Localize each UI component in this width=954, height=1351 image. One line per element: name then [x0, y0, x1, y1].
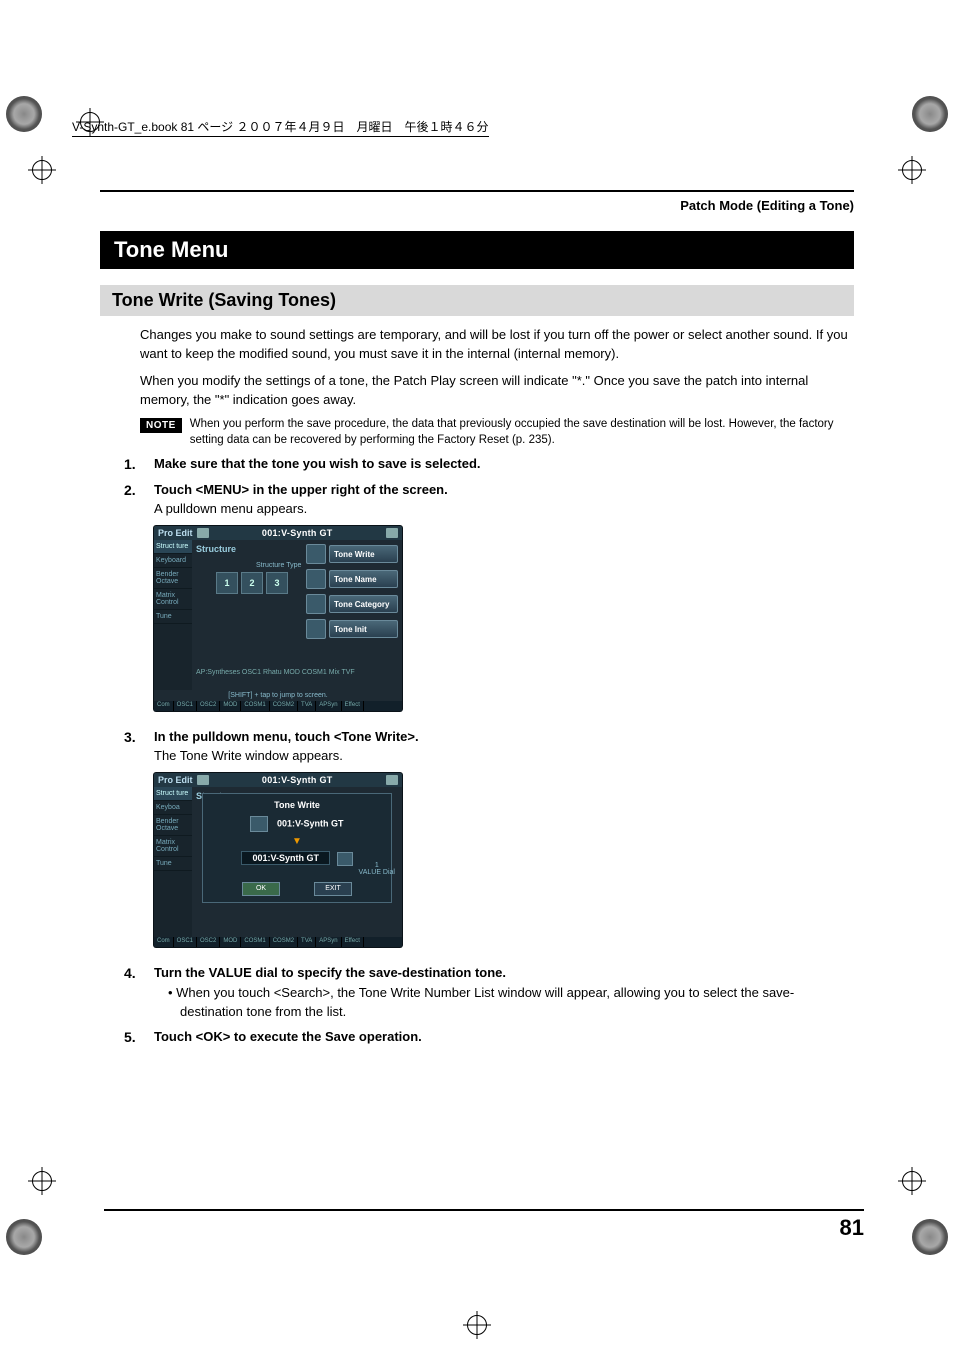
search-icon[interactable]: [337, 852, 353, 866]
intro-paragraph-1: Changes you make to sound settings are t…: [140, 326, 854, 364]
structure-box-2[interactable]: 2: [241, 572, 263, 594]
registration-mark-icon: [902, 160, 922, 180]
exit-button[interactable]: EXIT: [314, 882, 352, 896]
menu-icon[interactable]: [386, 775, 398, 785]
registration-mark-icon: [467, 1315, 487, 1335]
source-tone-name: 001:V-Synth GT: [277, 819, 344, 829]
save-disk-icon: [250, 816, 268, 832]
page-section-heading: Patch Mode (Editing a Tone): [100, 198, 854, 213]
sidebar-item-keyboard[interactable]: Keyboa: [154, 801, 192, 815]
registration-mark-icon: [32, 1171, 52, 1191]
page-top-rule: [100, 190, 854, 192]
value-dial-hint: 1 VALUE Dial: [359, 862, 395, 876]
step-2-number: 2.: [124, 482, 142, 498]
step-1-title: Make sure that the tone you wish to save…: [154, 456, 481, 471]
sidebar-item-structure[interactable]: Struct ture: [154, 787, 192, 801]
arrow-down-icon: ▼: [292, 836, 302, 847]
structure-type-caption: Structure Type: [256, 562, 301, 569]
book-filename: V-Synth-GT_e.book 81 ページ ２００７年４月９日 月曜日 午…: [72, 120, 489, 137]
tone-write-dialog-title: Tone Write: [209, 800, 385, 810]
screen2-title-center: 001:V-Synth GT: [213, 775, 382, 785]
step-2-desc: A pulldown menu appears.: [154, 501, 854, 516]
page-number: 81: [784, 1215, 864, 1241]
screen1-lower-labels: AP:Syntheses OSC1 Rhatu MOD COSM1 Mix TV…: [196, 669, 398, 676]
note-text: When you perform the save procedure, the…: [190, 417, 854, 448]
crop-ornament-bl: [6, 1219, 42, 1255]
subsection-title-bar: Tone Write (Saving Tones): [100, 285, 854, 316]
structure-box-3[interactable]: 3: [266, 572, 288, 594]
screenshot-pulldown-menu: Pro Edit 001:V-Synth GT Struct ture Keyb…: [154, 526, 854, 711]
sidebar-item-structure[interactable]: Struct ture: [154, 540, 192, 554]
screen2-footer: Com OSC1 OSC2 MOD COSM1 COSM2 TVA APSyn …: [154, 937, 402, 947]
note-badge: NOTE: [140, 418, 182, 433]
step-5-number: 5.: [124, 1029, 142, 1045]
sidebar-item-matrix[interactable]: Matrix Control: [154, 836, 192, 857]
screen1-title-left: Pro Edit: [158, 528, 193, 538]
sidebar-item-bender[interactable]: Bender Octave: [154, 568, 192, 589]
screen1-hint: [SHIFT] + tap to jump to screen.: [154, 690, 402, 701]
screen1-sidebar: Struct ture Keyboard Bender Octave Matri…: [154, 540, 192, 690]
registration-mark-icon: [902, 1171, 922, 1191]
screen1-footer: Com OSC1 OSC2 MOD COSM1 COSM2 TVA APSyn …: [154, 701, 402, 711]
step-2-title: Touch <MENU> in the upper right of the s…: [154, 482, 448, 497]
step-4-number: 4.: [124, 965, 142, 981]
patch-icon: [197, 775, 209, 785]
step-4-bullet: • When you touch <Search>, the Tone Writ…: [168, 984, 854, 1020]
step-5-title: Touch <OK> to execute the Save operation…: [154, 1029, 422, 1044]
patch-icon: [197, 528, 209, 538]
screen2-sidebar: Struct ture Keyboa Bender Octave Matrix …: [154, 787, 192, 937]
ok-button[interactable]: OK: [242, 882, 280, 896]
sidebar-item-tune[interactable]: Tune: [154, 857, 192, 871]
menu-tone-category[interactable]: Tone Category: [329, 595, 398, 613]
category-icon[interactable]: [306, 594, 326, 614]
registration-mark-icon: [32, 160, 52, 180]
step-1-number: 1.: [124, 456, 142, 472]
book-header-line: V-Synth-GT_e.book 81 ページ ２００７年４月９日 月曜日 午…: [72, 118, 882, 135]
letter-a-icon[interactable]: [306, 569, 326, 589]
tone-write-dialog: Tone Write 001:V-Synth GT ▼ 001:V-Synth …: [202, 793, 392, 903]
init-icon[interactable]: [306, 619, 326, 639]
sidebar-item-bender[interactable]: Bender Octave: [154, 815, 192, 836]
crop-ornament-tr: [912, 96, 948, 132]
step-3-title: In the pulldown menu, touch <Tone Write>…: [154, 729, 419, 744]
section-title-bar: Tone Menu: [100, 231, 854, 269]
intro-paragraph-2: When you modify the settings of a tone, …: [140, 372, 854, 410]
screenshot-tone-write-window: Pro Edit 001:V-Synth GT Struct ture Keyb…: [154, 773, 854, 947]
structure-box-1[interactable]: 1: [216, 572, 238, 594]
save-disk-icon[interactable]: [306, 544, 326, 564]
destination-tone-field[interactable]: 001:V-Synth GT: [241, 851, 330, 865]
screen2-title-left: Pro Edit: [158, 775, 193, 785]
sidebar-item-keyboard[interactable]: Keyboard: [154, 554, 192, 568]
tone-pulldown-menu: Tone Write Tone Name Tone Category: [306, 544, 398, 639]
page-bottom-rule: [104, 1209, 864, 1211]
menu-tone-write[interactable]: Tone Write: [329, 545, 398, 563]
menu-tone-name[interactable]: Tone Name: [329, 570, 398, 588]
crop-ornament-tl: [6, 96, 42, 132]
step-3-number: 3.: [124, 729, 142, 745]
screen1-title-center: 001:V-Synth GT: [213, 528, 382, 538]
sidebar-item-tune[interactable]: Tune: [154, 610, 192, 624]
sidebar-item-matrix[interactable]: Matrix Control: [154, 589, 192, 610]
step-4-title: Turn the VALUE dial to specify the save-…: [154, 965, 506, 980]
menu-tone-init[interactable]: Tone Init: [329, 620, 398, 638]
menu-icon[interactable]: [386, 528, 398, 538]
crop-ornament-br: [912, 1219, 948, 1255]
step-3-desc: The Tone Write window appears.: [154, 748, 854, 763]
